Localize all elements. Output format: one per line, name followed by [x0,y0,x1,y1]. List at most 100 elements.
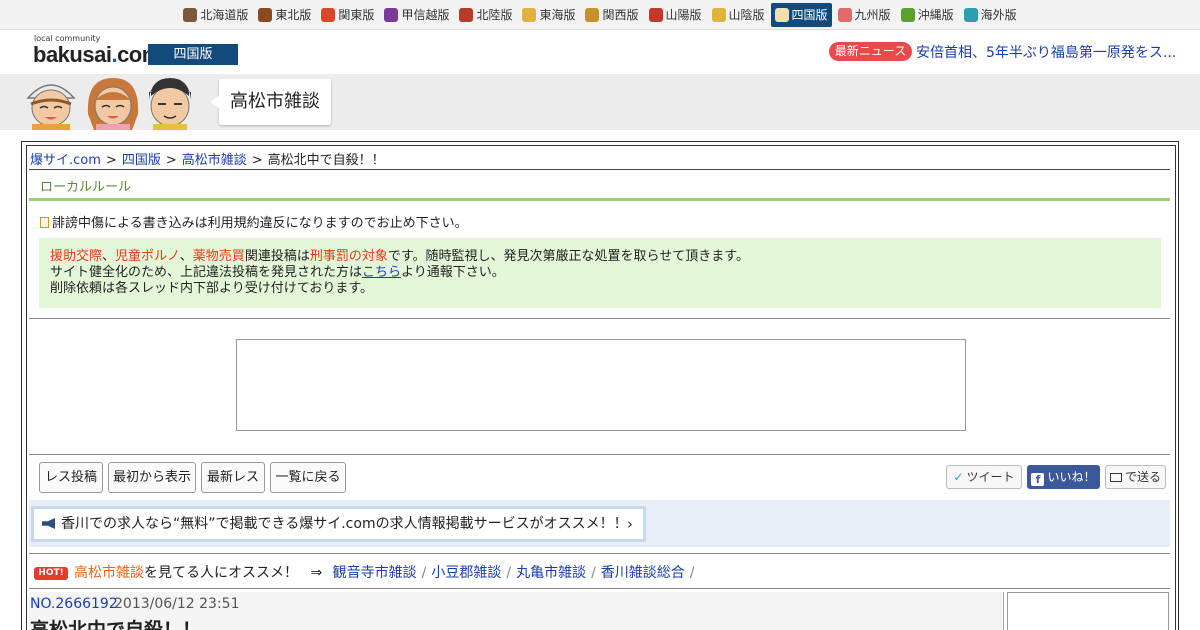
region-label: 関西版 [602,8,639,22]
report-link[interactable]: こちら [362,265,401,280]
tohoku-icon [258,7,273,22]
kyushu-icon [837,7,852,22]
breadcrumb-current: 高松北中で自殺！！ [267,153,385,168]
region-tab[interactable]: 海外版 [960,3,1021,27]
hot-badge-icon: HOT! [34,567,68,580]
breadcrumb-board[interactable]: 高松市雑談 [182,153,247,168]
region-label: 四国版 [791,8,828,22]
notice-red-term: 刑事罰の対象 [309,249,388,264]
notice-line-3: 削除依頼は各スレッド内下部より受け付けております。 [50,281,374,296]
tweet-button[interactable]: ✓ ツイート [946,465,1022,489]
site-logo[interactable]: bakusai.com [33,42,161,68]
recommend-slash: / [689,565,695,581]
notice-sep: 、 [102,249,116,264]
board-title: 高松市雑談 [210,79,331,125]
region-label: 海外版 [980,8,1017,22]
region-tab[interactable]: 四国版 [770,2,832,27]
notice-line-2: サイト健全化のため、上記違法投稿を発見された方はこちらより通報下さい。 [50,265,1150,281]
ad-placeholder[interactable] [236,339,966,431]
site-header: local community bakusai.com 四国版 最新ニュース 安… [0,31,1200,74]
hokuriku-icon [459,7,474,22]
region-tab[interactable]: 東北版 [254,3,315,27]
region-tab[interactable]: 山陽版 [645,3,706,27]
region-tab[interactable]: 山陰版 [708,3,769,27]
breadcrumb-separator: > [165,153,177,168]
recommend-slash: / [421,565,427,581]
breadcrumb-separator: > [105,153,117,168]
divider [29,553,1170,554]
latest-news-link[interactable]: 安倍首相、5年半ぶり福島第一原発をス... [916,42,1176,62]
recommend-arrow: ⇒ [310,565,323,581]
notice-text: 関連投稿は [244,249,310,264]
recommend-link-shodo[interactable]: 小豆郡雑談 [431,565,501,581]
region-tab[interactable]: 北陸版 [455,3,516,27]
twitter-icon: ✓ [953,470,964,484]
recommended-boards: HOT! 高松市雑談を見てる人にオススメ！ ⇒ 観音寺市雑談 / 小豆郡雑談 / 丸亀市雑… [34,562,700,582]
mascot-girl-hat-icon [26,84,76,130]
region-tab[interactable]: 関東版 [317,3,378,27]
post-number[interactable]: NO.2666192 [30,596,118,612]
chevron-right-icon: › [627,515,633,533]
breadcrumb-edition[interactable]: 四国版 [122,153,161,168]
megaphone-icon [42,518,55,529]
post-date: 2013/06/12 23:51 [114,596,240,612]
notice-red-term: 援助交際 [50,249,103,264]
logo-name: bakusai [33,42,112,67]
region-tab[interactable]: 東海版 [518,3,579,27]
region-tab[interactable]: 九州版 [834,3,895,27]
region-tab[interactable]: 北海道版 [179,3,252,27]
region-tab[interactable]: 甲信越版 [380,3,453,27]
breadcrumb-home[interactable]: 爆サイ.com [30,153,101,168]
side-ad-placeholder[interactable] [1007,592,1169,630]
region-label: 甲信越版 [401,8,450,22]
send-label: で送る [1124,470,1161,484]
notice-line-1: 援助交際、児童ポルノ、薬物売買関連投稿は刑事罰の対象です。随時監視し、発見次第厳… [50,249,1150,265]
post-reply-button[interactable]: レス投稿 [39,462,103,493]
sanyo-icon [648,7,663,22]
mail-send-button[interactable]: で送る [1105,465,1166,489]
region-label: 沖縄版 [917,8,954,22]
latest-replies-button[interactable]: 最新レス [201,462,265,493]
latest-news-badge: 最新ニュース [829,42,912,61]
kansai-icon [585,7,600,22]
hokkaido-icon [183,7,198,22]
region-label: 北海道版 [200,8,249,22]
mascot-man-icon [149,78,191,130]
region-nav: 北海道版 東北版 関東版 甲信越版 北陸版 東海版 関西版 山陽版 山陰版 四国版 九州版 沖縄版 海外… [0,0,1200,30]
notice-text: より通報下さい。 [401,265,505,280]
sanin-icon [711,7,726,22]
region-label: 山陰版 [728,8,765,22]
illegal-post-notice: 援助交際、児童ポルノ、薬物売買関連投稿は刑事罰の対象です。随時監視し、発見次第厳… [39,238,1161,308]
tokai-icon [522,7,537,22]
okinawa-icon [900,7,915,22]
region-tab[interactable]: 沖縄版 [897,3,958,27]
promo-text: 香川での求人なら“無料”で掲載できる爆サイ.comの求人情報掲載サービスがオスス… [61,516,628,532]
defamation-warning: 誹謗中傷による書き込みは利用規約違反になりますのでお止め下さい。 [40,212,468,231]
facebook-like-button[interactable]: f いいね！ [1027,465,1100,489]
region-label: 東北版 [275,8,312,22]
notice-text: サイト健全化のため、上記違法投稿を発見された方は [50,265,363,280]
region-label: 九州版 [854,8,891,22]
recommend-slash: / [591,565,596,581]
recommend-board[interactable]: 高松市雑談 [74,565,144,581]
region-tab[interactable]: 関西版 [581,3,642,27]
warning-text: 誹謗中傷による書き込みは利用規約違反になりますのでお止め下さい。 [52,216,468,231]
breadcrumb: 爆サイ.com > 四国版 > 高松市雑談 > 高松北中で自殺！！ [30,149,385,168]
tweet-label: ツイート [966,470,1015,484]
recommend-link-kagawa[interactable]: 香川雑談総合 [601,565,685,581]
show-from-start-button[interactable]: 最初から表示 [108,462,196,493]
divider [29,318,1170,319]
like-label: いいね！ [1047,470,1096,484]
notice-red-term: 児童ポルノ [115,249,180,264]
divider [29,454,1170,455]
recommend-lead: を見てる人にオススメ！ [144,565,298,581]
notice-text: です。随時監視し、発見次第厳正な処置を取らせて頂きます。 [387,249,749,264]
recommend-link-kanonji[interactable]: 観音寺市雑談 [333,565,417,581]
edition-badge[interactable]: 四国版 [148,44,238,65]
local-rules-title: ローカルルール [40,180,132,195]
back-to-list-button[interactable]: 一覧に戻る [270,462,346,493]
recommend-link-marugame[interactable]: 丸亀市雑談 [516,565,586,581]
region-label: 山陽版 [665,8,702,22]
job-promo-link[interactable]: 香川での求人なら“無料”で掲載できる爆サイ.comの求人情報掲載サービスがオスス… [31,506,646,542]
region-label: 北陸版 [476,8,513,22]
